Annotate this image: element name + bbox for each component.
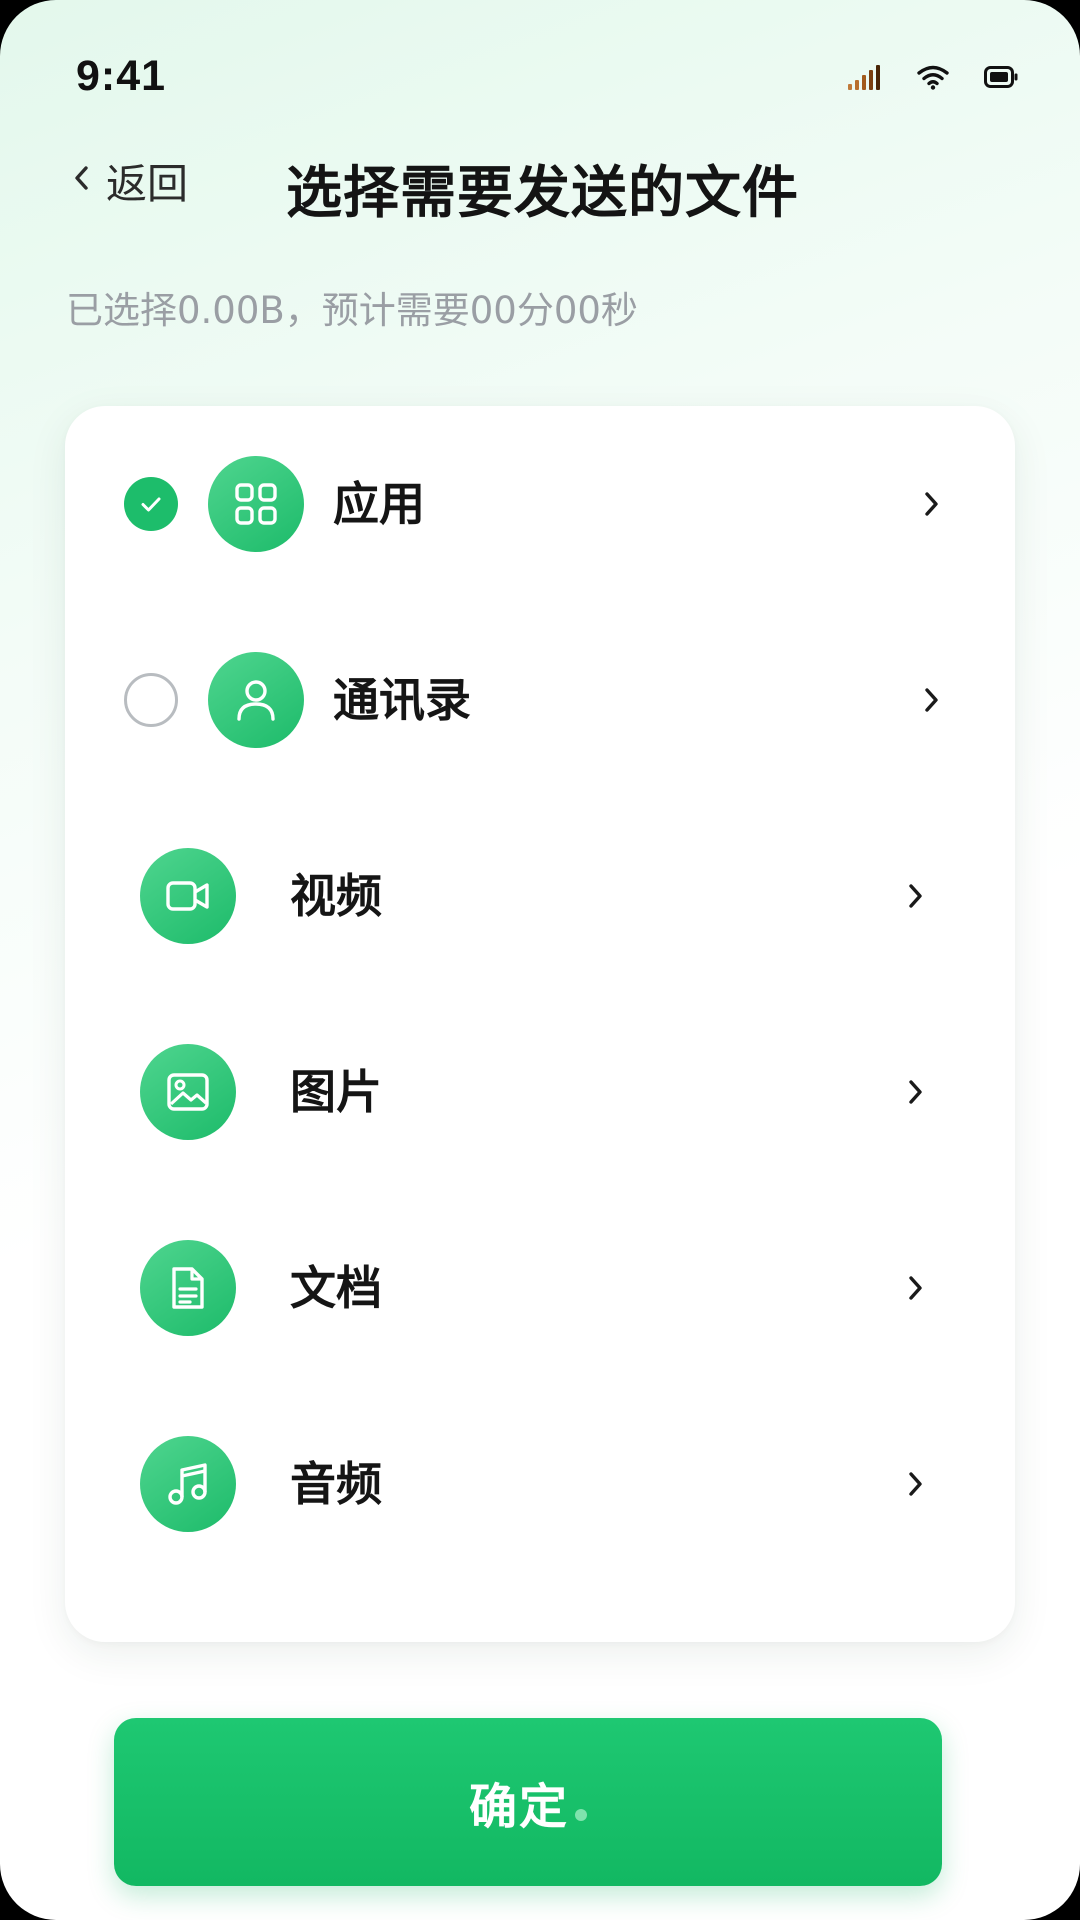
back-label: 返回: [106, 160, 188, 208]
category-label: 视频: [290, 869, 382, 923]
file-category-card: 应用 通讯录 视频 图片 文档 音频: [65, 406, 1015, 1642]
category-row-images[interactable]: 图片: [65, 994, 1015, 1190]
category-row-video[interactable]: 视频: [65, 798, 1015, 994]
confirm-label: 确定: [468, 1779, 569, 1835]
back-button[interactable]: 返回: [70, 150, 188, 210]
checkbox-checked[interactable]: [124, 477, 178, 531]
chevron-right-icon: [921, 682, 943, 722]
chevron-right-icon: [905, 878, 927, 918]
category-label: 应用: [333, 477, 425, 531]
document-icon: [140, 1240, 236, 1336]
category-row-documents[interactable]: 文档: [65, 1190, 1015, 1386]
chevron-right-icon: [905, 1466, 927, 1506]
status-bar: 9:41: [0, 0, 1080, 150]
status-icons: [848, 64, 1018, 90]
battery-icon: [984, 65, 1018, 89]
status-time: 9:41: [76, 52, 167, 100]
selection-summary: 已选择0.00B，预计需要00分00秒: [66, 289, 638, 332]
cellular-signal-icon: [848, 64, 882, 90]
phone-screen: 9:41 返回 选择需要发送的文件 已选择0.00B，预计需要00分00秒 应用…: [0, 0, 1080, 1920]
person-icon: [208, 652, 304, 748]
category-row-apps[interactable]: 应用: [65, 406, 1015, 602]
chevron-right-icon: [905, 1074, 927, 1114]
loading-dot: [575, 1809, 587, 1821]
chevron-left-icon: [70, 160, 92, 200]
video-camera-icon: [140, 848, 236, 944]
category-label: 文档: [290, 1261, 382, 1315]
chevron-right-icon: [921, 486, 943, 526]
category-label: 通讯录: [333, 673, 471, 727]
wifi-icon: [916, 64, 950, 90]
category-label: 音频: [290, 1457, 382, 1511]
category-row-audio[interactable]: 音频: [65, 1386, 1015, 1582]
chevron-right-icon: [905, 1270, 927, 1310]
apps-grid-icon: [208, 456, 304, 552]
category-label: 图片: [290, 1065, 382, 1119]
checkbox-unchecked[interactable]: [124, 673, 178, 727]
page-title: 选择需要发送的文件: [286, 161, 799, 226]
confirm-button[interactable]: 确定: [114, 1718, 942, 1886]
image-icon: [140, 1044, 236, 1140]
category-row-contacts[interactable]: 通讯录: [65, 602, 1015, 798]
music-note-icon: [140, 1436, 236, 1532]
